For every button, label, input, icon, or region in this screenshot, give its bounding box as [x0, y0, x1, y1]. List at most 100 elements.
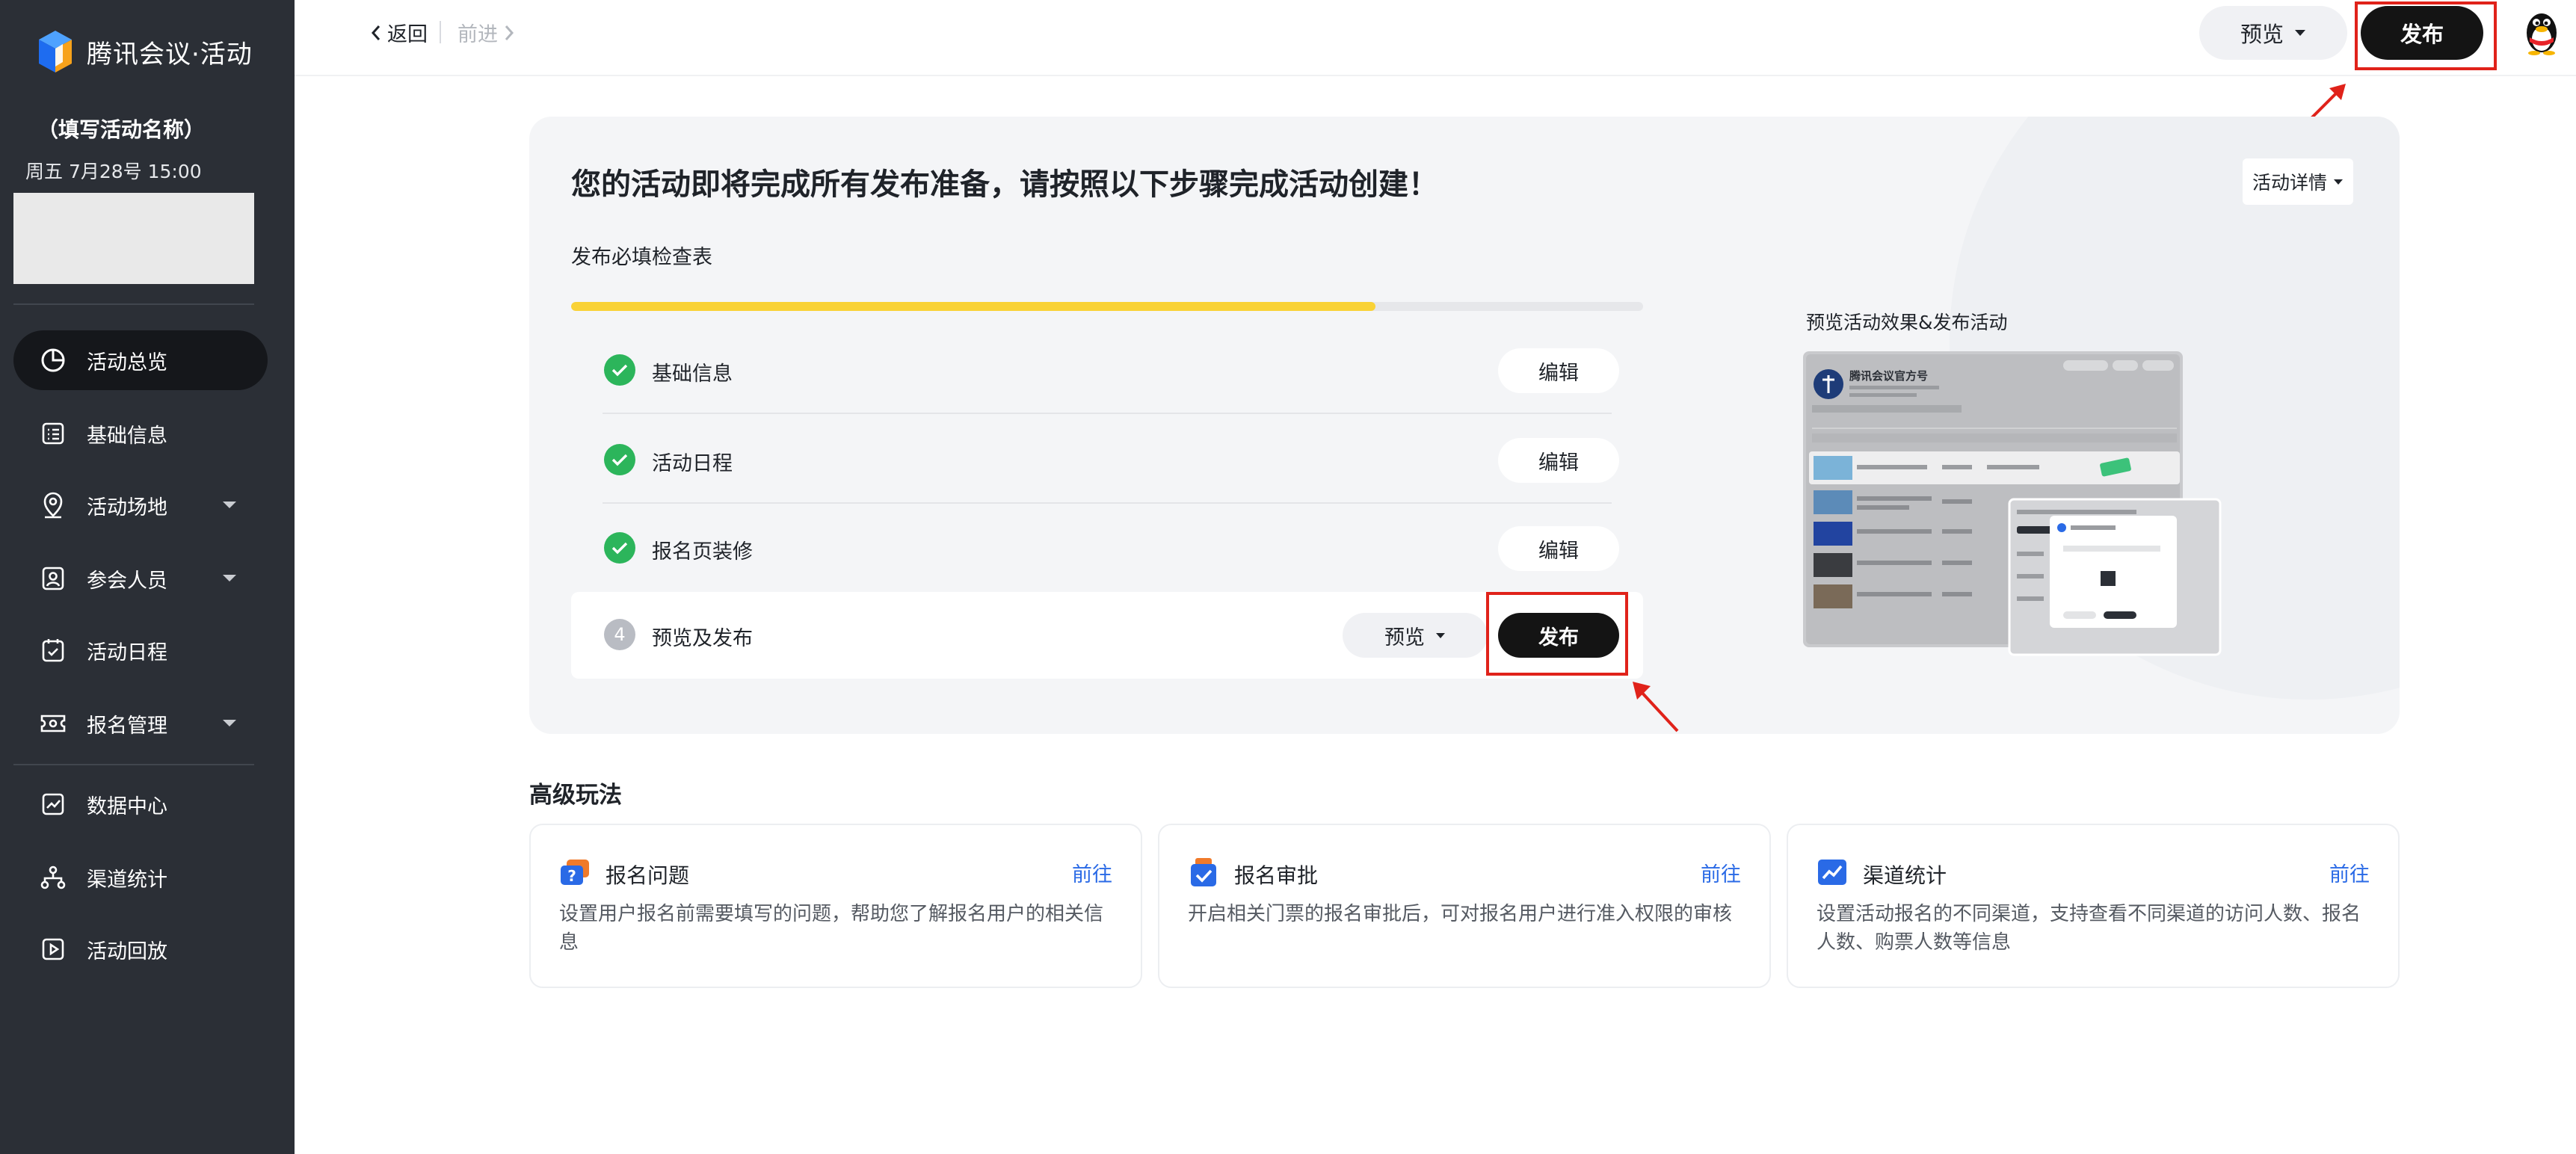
progress-fill [571, 302, 1375, 311]
sidebar-item-label: 基础信息 [87, 424, 167, 448]
step-number: 4 [604, 619, 635, 650]
sidebar-item-label: 数据中心 [87, 794, 167, 818]
sidebar-item-label: 活动日程 [87, 641, 167, 664]
chevron-left-icon [371, 25, 380, 40]
go-link[interactable]: 前往 [2329, 858, 2370, 887]
preview-dropdown-button[interactable]: 预览 [2199, 6, 2347, 60]
checklist-step: 报名页装修 编辑 [571, 505, 1643, 592]
caret-down-icon [1436, 632, 1445, 638]
highlight-box [2355, 1, 2497, 70]
advanced-card-desc: 设置用户报名前需要填写的问题，帮助您了解报名用户的相关信息 [559, 903, 1104, 954]
event-name: （填写活动名称） [37, 117, 206, 142]
checklist-step: 基础信息 编辑 [571, 327, 1643, 414]
forward-button[interactable]: 前进 [457, 18, 516, 47]
caret-down-icon [2295, 30, 2305, 36]
page-title: 您的活动即将完成所有发布准备，请按照以下步骤完成活动创建！ [571, 167, 1438, 202]
advanced-card-title: 报名问题 [606, 863, 690, 888]
top-bar: 返回 前进 预览 发布 [295, 0, 2576, 76]
edit-button[interactable]: 编辑 [1498, 348, 1619, 393]
sidebar-divider [13, 764, 254, 765]
contact-card-icon [39, 564, 67, 593]
preview-section-title: 预览活动效果&发布活动 [1806, 312, 2008, 333]
event-time: 周五 7月28号 15:00 [25, 161, 202, 182]
step-label: 基础信息 [652, 362, 733, 386]
ticket-icon [39, 709, 67, 738]
sidebar-item-schedule[interactable]: 活动日程 [13, 620, 268, 680]
sidebar-item-overview[interactable]: 活动总览 [13, 330, 268, 390]
forward-label: 前进 [457, 23, 498, 46]
brand[interactable]: 腾讯会议·活动 [37, 28, 253, 75]
sidebar: 腾讯会议·活动 （填写活动名称） 周五 7月28号 15:00 活动总览 基础信… [0, 0, 295, 1154]
check-circle-icon [604, 354, 635, 386]
check-circle-icon [604, 444, 635, 475]
checklist-step-current: 4 预览及发布 预览 发布 [571, 592, 1643, 679]
trend-chart-icon [1818, 860, 1846, 885]
checklist-title: 发布必填检查表 [571, 246, 712, 269]
advanced-card-desc: 设置活动报名的不同渠道，支持查看不同渠道的访问人数、报名人数、购票人数等信息 [1817, 903, 2361, 954]
progress-bar [571, 302, 1643, 311]
activity-detail-dropdown[interactable]: 活动详情 [2243, 158, 2353, 205]
calendar-check-icon [39, 636, 67, 664]
red-arrow-icon [1633, 682, 1679, 732]
step-label: 报名页装修 [652, 540, 753, 564]
sidebar-item-attendees[interactable]: 参会人员 [13, 549, 268, 608]
advanced-card-title: 报名审批 [1234, 863, 1319, 888]
chevron-down-icon [223, 720, 236, 726]
svg-text:?: ? [567, 867, 576, 885]
nav-separator [440, 21, 441, 43]
activity-detail-label: 活动详情 [2252, 172, 2327, 194]
chevron-down-icon [223, 502, 236, 508]
list-icon [39, 419, 67, 448]
advanced-card-desc: 开启相关门票的报名审批后，可对报名用户进行准入权限的审核 [1188, 903, 1733, 925]
step-label: 预览及发布 [652, 627, 753, 650]
sidebar-item-label: 渠道统计 [87, 868, 167, 892]
brand-name: 腾讯会议·活动 [87, 39, 253, 70]
edit-button[interactable]: 编辑 [1498, 438, 1619, 483]
back-label: 返回 [387, 23, 428, 46]
preview-label: 预览 [2240, 22, 2284, 47]
svg-text:腾讯会议官方号: 腾讯会议官方号 [1849, 369, 1928, 383]
checklist-step: 活动日程 编辑 [571, 417, 1643, 504]
go-link[interactable]: 前往 [1701, 858, 1741, 887]
sidebar-item-label: 参会人员 [87, 569, 167, 593]
sidebar-item-label: 报名管理 [87, 714, 167, 738]
back-button[interactable]: 返回 [369, 18, 428, 47]
check-circle-icon [604, 532, 635, 564]
highlight-box [1486, 592, 1628, 676]
sidebar-item-replay[interactable]: 活动回放 [13, 919, 268, 979]
activity-preview-thumbnail[interactable]: 腾讯会议官方号 [1802, 350, 2223, 656]
sidebar-divider [13, 303, 254, 305]
step-preview-dropdown-button[interactable]: 预览 [1343, 613, 1488, 658]
go-link[interactable]: 前往 [1072, 858, 1112, 887]
network-icon [39, 863, 67, 892]
advanced-section-title: 高级玩法 [529, 782, 622, 809]
question-chat-icon: ? [561, 860, 589, 885]
advanced-card-registration-questions[interactable]: ? 报名问题 前往 设置用户报名前需要填写的问题，帮助您了解报名用户的相关信息 [529, 824, 1142, 988]
preview-label: 预览 [1384, 626, 1425, 649]
caret-down-icon [2334, 179, 2343, 185]
advanced-card-registration-approval[interactable]: 报名审批 前往 开启相关门票的报名审批后，可对报名用户进行准入权限的审核 [1158, 824, 1771, 988]
sidebar-item-label: 活动场地 [87, 496, 167, 519]
tencent-meeting-logo-icon [39, 31, 72, 72]
sidebar-item-registration[interactable]: 报名管理 [13, 694, 268, 753]
sidebar-item-label: 活动总览 [87, 351, 167, 374]
advanced-card-title: 渠道统计 [1863, 863, 1947, 888]
publish-checklist-card: 您的活动即将完成所有发布准备，请按照以下步骤完成活动创建！ 活动详情 发布必填检… [529, 117, 2400, 734]
line-chart-icon [39, 790, 67, 818]
step-divider [603, 502, 1612, 504]
qq-penguin-avatar-icon[interactable] [2521, 7, 2563, 55]
sidebar-item-channel-stats[interactable]: 渠道统计 [13, 848, 268, 907]
pie-chart-icon [39, 346, 67, 374]
chevron-right-icon [505, 25, 514, 40]
sidebar-item-data-center[interactable]: 数据中心 [13, 774, 268, 834]
approval-icon [1191, 858, 1216, 886]
sidebar-item-basic-info[interactable]: 基础信息 [13, 404, 268, 463]
event-cover-image [13, 193, 254, 284]
chevron-down-icon [223, 575, 236, 581]
sidebar-item-venue[interactable]: 活动场地 [13, 475, 268, 535]
sidebar-item-label: 活动回放 [87, 939, 167, 963]
step-divider [603, 413, 1612, 414]
edit-button[interactable]: 编辑 [1498, 526, 1619, 571]
advanced-card-channel-stats[interactable]: 渠道统计 前往 设置活动报名的不同渠道，支持查看不同渠道的访问人数、报名人数、购… [1787, 824, 2400, 988]
step-label: 活动日程 [652, 452, 733, 475]
